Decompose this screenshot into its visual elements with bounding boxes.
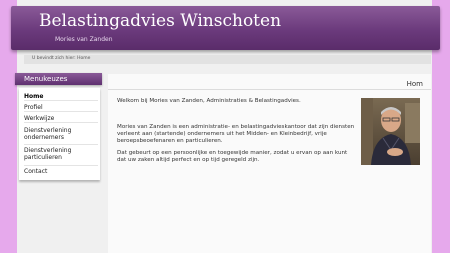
sidebar-item-profiel[interactable]: Profiel [24, 104, 98, 112]
intro-line-1: Mories van Zanden is een administratie- … [117, 124, 355, 130]
sidebar-item-dienstverlening-ondernemers[interactable]: Dienstverlening ondernemers [24, 127, 98, 141]
sidebar-item-home[interactable]: Home [24, 93, 98, 101]
site-title[interactable]: Belastingadvies Winschoten [39, 11, 281, 31]
breadcrumb: U bevindt zich hier: Home [24, 55, 431, 64]
content-heading-bar: Hom [108, 79, 431, 90]
page-title: Hom [406, 80, 423, 88]
sidebar-item-dienstverlening-particulieren[interactable]: Dienstverlening particulieren [24, 144, 98, 161]
breadcrumb-text: U bevindt zich hier: Home [32, 56, 91, 61]
sidebar-menu: Home Profiel Werkwijze Dienstverlening o… [19, 88, 100, 180]
sidebar-item-label: Dienstverlening [24, 127, 72, 134]
welcome-text: Welkom bij Mories van Zanden, Administra… [117, 98, 301, 104]
sidebar-item-label-line2: particulieren [24, 154, 62, 161]
sidebar-item-werkwijze[interactable]: Werkwijze [24, 115, 98, 123]
sidebar-header: Menukeuzes [15, 73, 102, 85]
outro-line-2: dat uw zaken altijd perfect en op tijd g… [117, 157, 260, 163]
profile-photo [361, 98, 420, 165]
intro-line-3: beroepsbeoefenaren en particulieren. [117, 138, 223, 144]
sidebar-item-label: Dienstverlening [24, 147, 72, 154]
sidebar-item-contact[interactable]: Contact [24, 165, 98, 175]
profile-photo-image [361, 98, 420, 165]
main-content: Hom Welkom bij Mories van Zanden, Admini… [108, 74, 431, 253]
site-subtitle: Mories van Zanden [55, 36, 113, 43]
outro-line-1: Dat gebeurt op een persoonlijke en toege… [117, 150, 348, 156]
header-banner: Belastingadvies Winschoten Mories van Za… [11, 6, 440, 50]
sidebar-title: Menukeuzes [24, 75, 68, 83]
sidebar-item-label-line2: ondernemers [24, 134, 64, 141]
intro-line-2: verleent aan (startende) ondernemers uit… [117, 131, 327, 137]
